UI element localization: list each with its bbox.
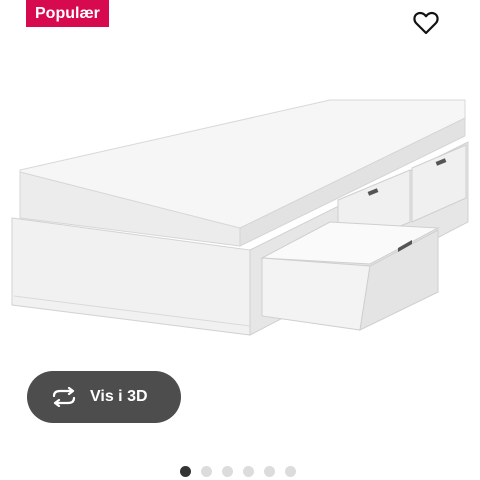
rotate-3d-icon [50, 386, 80, 408]
carousel-dot[interactable] [264, 466, 275, 477]
carousel-dot[interactable] [243, 466, 254, 477]
carousel-dot[interactable] [180, 466, 191, 477]
carousel-dot[interactable] [201, 466, 212, 477]
carousel-dot[interactable] [285, 466, 296, 477]
heart-outline-icon [413, 11, 439, 35]
popular-badge: Populær [26, 0, 109, 27]
product-image [11, 99, 469, 336]
view-3d-button[interactable]: Vis i 3D [27, 371, 181, 423]
carousel-dot[interactable] [222, 466, 233, 477]
popular-badge-label: Populær [35, 5, 100, 22]
favorite-button[interactable] [410, 7, 442, 39]
carousel-indicator [180, 466, 296, 477]
view-3d-label: Vis i 3D [90, 388, 148, 405]
